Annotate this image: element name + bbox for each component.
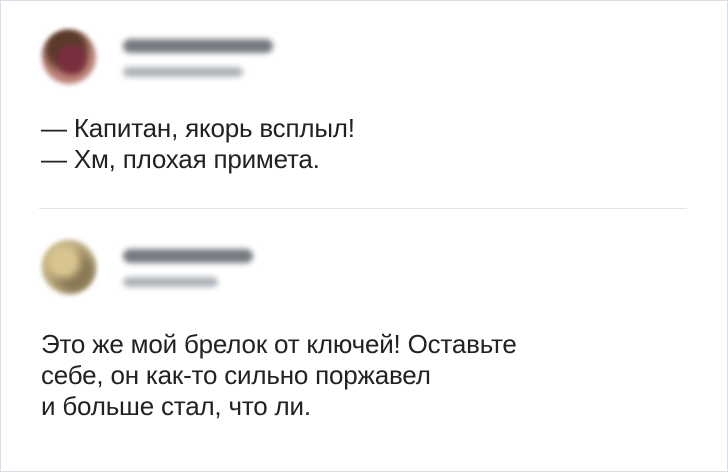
comment-header	[41, 21, 689, 91]
user-avatar[interactable]	[41, 29, 97, 85]
blurred-username[interactable]	[123, 249, 253, 263]
comment-text: — Капитан, якорь всплыл! — Хм, плохая пр…	[41, 113, 689, 175]
comment-line: Это же мой брелок от ключей! Оставьте	[41, 329, 517, 359]
comment-line: — Капитан, якорь всплыл!	[41, 113, 355, 143]
blurred-username[interactable]	[123, 39, 273, 53]
comment-line: себе, он как-то сильно поржавел	[41, 360, 431, 390]
comment-text: Это же мой брелок от ключей! Оставьте се…	[41, 329, 689, 422]
blurred-timestamp	[123, 67, 243, 77]
comment-line: — Хм, плохая примета.	[41, 144, 320, 174]
blurred-timestamp	[123, 277, 218, 287]
comment-line: и больше стал, что ли.	[41, 391, 311, 421]
comment-header	[41, 231, 689, 301]
comment-post: Это же мой брелок от ключей! Оставьте се…	[41, 231, 689, 422]
user-avatar[interactable]	[41, 239, 97, 295]
comment-post: — Капитан, якорь всплыл! — Хм, плохая пр…	[41, 21, 689, 175]
screenshot-frame: — Капитан, якорь всплыл! — Хм, плохая пр…	[0, 0, 728, 472]
post-divider	[39, 208, 687, 209]
